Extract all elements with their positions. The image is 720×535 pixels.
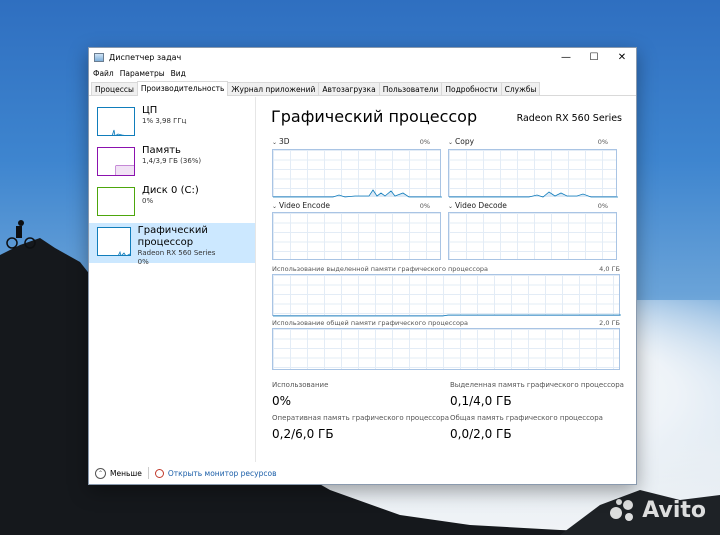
menu-view[interactable]: Вид xyxy=(171,69,186,78)
dedicated-stat-label: Выделенная память графического процессор… xyxy=(450,381,624,389)
sidebar-item-disk[interactable]: Диск 0 (C:) 0% xyxy=(89,183,255,223)
minimize-button[interactable]: — xyxy=(552,48,580,66)
tab-details[interactable]: Подробности xyxy=(441,82,502,95)
gpu-usage: 0% xyxy=(137,258,149,266)
tab-bar: Процессы Производительность Журнал прило… xyxy=(89,81,636,96)
task-manager-icon xyxy=(94,52,104,62)
gpu-model-name: Radeon RX 560 Series xyxy=(516,113,622,124)
disk-thumbnail-graph xyxy=(97,187,135,216)
tab-users[interactable]: Пользователи xyxy=(378,82,443,95)
engine-copy-graph xyxy=(448,149,618,198)
cpu-thumbnail-graph xyxy=(97,107,135,136)
tab-services[interactable]: Службы xyxy=(500,82,541,95)
shared-stat-label: Общая память графического процессора xyxy=(450,414,603,422)
chevron-up-icon: ⌃ xyxy=(95,467,106,479)
dedicated-memory-graph xyxy=(272,274,621,317)
engine-video-encode-percent: 0% xyxy=(419,202,430,210)
engine-video-decode-graph xyxy=(448,212,617,260)
window-title: Диспетчер задач xyxy=(109,52,182,62)
gpu-title: Графический процессор xyxy=(137,225,208,248)
avito-watermark: Avito xyxy=(610,497,706,523)
shared-memory-label: Использование общей памяти графического … xyxy=(272,319,469,327)
cpu-title: ЦП xyxy=(142,105,158,116)
dedicated-memory-max: 4,0 ГБ xyxy=(599,265,620,273)
avito-text: Avito xyxy=(642,497,706,523)
performance-sidebar: ЦП 1% 3,98 ГГц Память 1,4/3,9 ГБ (36%) Д… xyxy=(89,97,256,462)
tab-app-history[interactable]: Журнал приложений xyxy=(227,82,320,95)
disk-title: Диск 0 (C:) xyxy=(142,185,199,196)
open-resource-monitor-link[interactable]: Открыть монитор ресурсов xyxy=(154,468,277,478)
gpu-memory-stat-value: 0,2/6,0 ГБ xyxy=(272,427,334,441)
usage-label: Использование xyxy=(272,381,329,389)
engine-video-encode-label[interactable]: ⌄ Video Encode xyxy=(272,201,330,210)
sidebar-item-memory[interactable]: Память 1,4/3,9 ГБ (36%) xyxy=(89,143,255,183)
gpu-thumbnail-graph xyxy=(97,227,131,256)
dedicated-memory-label: Использование выделенной памяти графичес… xyxy=(272,265,489,273)
close-button[interactable]: ✕ xyxy=(608,48,636,66)
avito-logo-icon xyxy=(610,497,636,523)
engine-3d-graph xyxy=(272,149,442,198)
page-title: Графический процессор xyxy=(271,107,478,126)
memory-thumbnail-graph xyxy=(97,147,135,176)
shared-memory-graph xyxy=(272,328,620,370)
chevron-down-icon: ⌄ xyxy=(272,203,278,210)
task-manager-window: Диспетчер задач — ☐ ✕ Файл Параметры Вид… xyxy=(88,47,637,485)
engine-3d-percent: 0% xyxy=(419,138,430,146)
title-bar: Диспетчер задач — ☐ ✕ xyxy=(89,48,636,66)
menu-options[interactable]: Параметры xyxy=(120,69,165,78)
engine-video-decode-percent: 0% xyxy=(597,202,608,210)
engine-3d-label[interactable]: ⌄ 3D xyxy=(272,137,290,146)
sidebar-item-gpu[interactable]: Графический процессор Radeon RX 560 Seri… xyxy=(89,223,255,266)
fewer-details-button[interactable]: ⌃ Меньше xyxy=(95,467,142,479)
menu-bar: Файл Параметры Вид xyxy=(89,66,636,81)
footer-divider xyxy=(147,467,149,479)
menu-file[interactable]: Файл xyxy=(93,69,114,78)
usage-value: 0% xyxy=(272,394,292,408)
tab-processes[interactable]: Процессы xyxy=(91,82,138,95)
tab-startup[interactable]: Автозагрузка xyxy=(318,82,380,95)
cpu-usage: 1% 3,98 ГГц xyxy=(142,117,187,125)
gpu-memory-stat-label: Оперативная память графического процессо… xyxy=(272,414,449,422)
shared-stat-value: 0,0/2,0 ГБ xyxy=(450,427,512,441)
performance-content: ЦП 1% 3,98 ГГц Память 1,4/3,9 ГБ (36%) Д… xyxy=(89,97,636,462)
resource-monitor-icon xyxy=(154,468,164,478)
maximize-button[interactable]: ☐ xyxy=(580,48,608,66)
disk-usage: 0% xyxy=(142,197,154,205)
sidebar-item-cpu[interactable]: ЦП 1% 3,98 ГГц xyxy=(89,103,255,143)
dedicated-stat-value: 0,1/4,0 ГБ xyxy=(450,394,512,408)
chevron-down-icon: ⌄ xyxy=(448,203,454,210)
engine-video-encode-graph xyxy=(272,212,441,260)
engine-video-decode-label[interactable]: ⌄ Video Decode xyxy=(448,201,507,210)
chevron-down-icon: ⌄ xyxy=(448,139,454,146)
memory-usage: 1,4/3,9 ГБ (36%) xyxy=(142,157,202,165)
chevron-down-icon: ⌄ xyxy=(272,139,278,146)
engine-copy-percent: 0% xyxy=(597,138,608,146)
footer-bar: ⌃ Меньше Открыть монитор ресурсов xyxy=(89,462,636,484)
tab-performance[interactable]: Производительность xyxy=(136,81,229,96)
gpu-model-sub: Radeon RX 560 Series xyxy=(137,249,216,257)
engine-copy-label[interactable]: ⌄ Copy xyxy=(448,137,474,146)
memory-title: Память xyxy=(142,145,181,156)
shared-memory-max: 2,0 ГБ xyxy=(599,319,620,327)
gpu-detail-panel: Графический процессор Radeon RX 560 Seri… xyxy=(256,97,636,462)
open-resource-monitor-label: Открыть монитор ресурсов xyxy=(167,468,277,478)
fewer-details-label: Меньше xyxy=(110,468,142,478)
